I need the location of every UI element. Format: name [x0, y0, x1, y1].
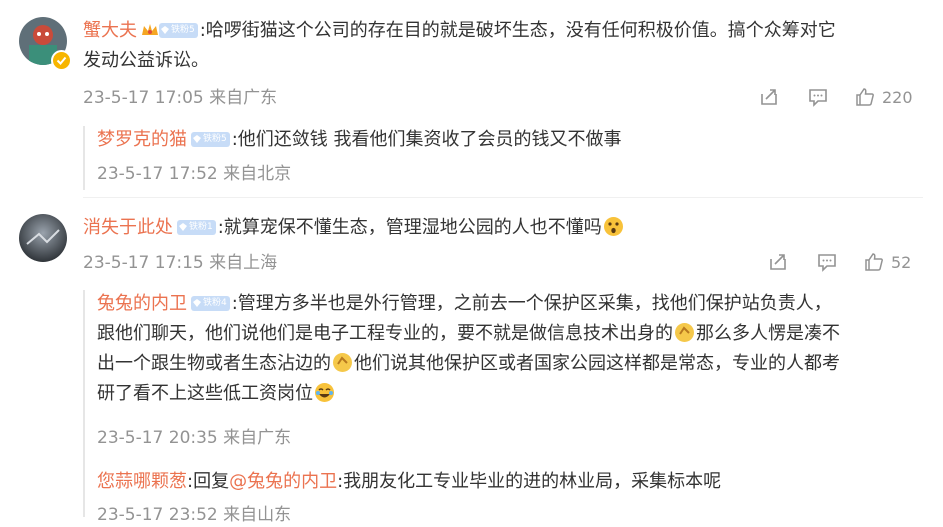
reply-divider — [83, 126, 87, 190]
reply-text: 梦罗克的猫 铁粉5 :他们还敛钱 我看他们集资收了会员的钱又不做事 — [97, 125, 622, 155]
comment-meta: 23-5-17 17:05 来自广东 — [83, 88, 278, 108]
badge-label: 铁粉5 — [171, 24, 195, 35]
reply-text-line: 跟他们聊天，他们说他们是电子工程专业的，要不就是做信息技术出身的 — [97, 323, 673, 344]
emoji-icon — [333, 353, 352, 372]
comment-text: 消失于此处 铁粉1 :就算宠保不懂生态，管理湿地公园的人也不懂吗 — [83, 213, 625, 243]
diamond-badge-icon — [179, 223, 187, 231]
share-button[interactable] — [767, 251, 789, 273]
comment-icon — [818, 254, 836, 272]
emoji-icon — [603, 217, 623, 236]
verified-icon — [51, 50, 72, 71]
comment-text-content: :就算宠保不懂生态，管理湿地公园的人也不懂吗 — [217, 217, 602, 238]
reply-text-line: :管理方多半也是外行管理，之前去一个保护区采集，找他们保护站负责人， — [231, 293, 832, 314]
reply-text-line: 出一个跟生物或者生态沾边的 — [97, 353, 331, 374]
comment-button[interactable] — [807, 86, 829, 108]
badge-label: 铁粉4 — [203, 297, 227, 308]
like-count: 220 — [882, 87, 913, 107]
avatar[interactable] — [19, 214, 67, 262]
badge-label: 铁粉1 — [189, 221, 213, 232]
reply-text-line: 研了看不上这些低工资岗位 — [97, 383, 313, 404]
crown-icon — [141, 18, 159, 35]
reply-divider — [83, 290, 87, 517]
comment-meta: 23-5-17 17:15 来自上海 — [83, 253, 278, 273]
like-button[interactable]: 220 — [854, 86, 913, 108]
reply-text: 您蒜哪颗葱:回复@兔兔的内卫:我朋友化工专业毕业的进的林业局，采集标本呢 — [97, 467, 721, 497]
emoji-icon — [675, 323, 694, 342]
fan-badge: 铁粉1 — [177, 219, 216, 235]
reply-author[interactable]: 兔兔的内卫 — [97, 293, 187, 314]
comment-author[interactable]: 蟹大夫 — [83, 20, 137, 41]
reply-text-content: :我朋友化工专业毕业的进的林业局，采集标本呢 — [337, 471, 722, 492]
fan-badge: 铁粉4 — [191, 295, 230, 311]
comment-separator — [83, 197, 923, 198]
reply-meta: 23-5-17 20:35 来自广东 — [97, 428, 292, 448]
diamond-badge-icon — [193, 299, 201, 307]
fan-badge: 铁粉5 — [159, 22, 198, 38]
reply-text-line: 他们说其他保护区或者国家公园这样都是常态，专业的人都考 — [354, 353, 840, 374]
comment-button[interactable] — [816, 251, 838, 273]
share-icon — [770, 254, 786, 270]
like-icon — [865, 253, 883, 271]
badge-label: 铁粉5 — [203, 133, 227, 144]
share-button[interactable] — [758, 86, 780, 108]
comment-text: 蟹大夫 铁粉5 :哈啰街猫这个公司的存在目的就是破坏生态，没有任何积极价值。搞个众… — [83, 16, 923, 76]
fan-badge: 铁粉5 — [191, 131, 230, 147]
reply-author[interactable]: 您蒜哪颗葱 — [97, 471, 187, 492]
emoji-icon — [315, 383, 334, 402]
comment-author[interactable]: 消失于此处 — [83, 217, 173, 238]
like-count: 52 — [891, 252, 912, 272]
reply-meta: 23-5-17 17:52 来自北京 — [97, 164, 292, 184]
reply-author[interactable]: 梦罗克的猫 — [97, 129, 187, 150]
reply-meta: 23-5-17 23:52 来自山东 — [97, 505, 292, 525]
share-icon — [761, 89, 777, 105]
comment-icon — [809, 89, 827, 107]
reply-word: :回复 — [187, 471, 230, 492]
mention-link[interactable]: @兔兔的内卫 — [229, 471, 337, 492]
diamond-badge-icon — [193, 135, 201, 143]
comment-body: 蟹大夫 铁粉5 :哈啰街猫这个公司的存在目的就是破坏生态，没有任何积极价值。搞个众… — [83, 16, 923, 76]
like-button[interactable]: 52 — [863, 251, 911, 273]
reply-text-content: :他们还敛钱 我看他们集资收了会员的钱又不做事 — [231, 129, 622, 150]
comment-text-line: :哈啰街猫这个公司的存在目的就是破坏生态，没有任何积极价值。搞个众筹对它 — [199, 20, 836, 41]
comment-text-line: 发动公益诉讼。 — [83, 50, 209, 71]
reply-text-line: 那么多人愣是凑不 — [696, 323, 840, 344]
diamond-badge-icon — [161, 26, 169, 34]
reply-text: 兔兔的内卫 铁粉4 :管理方多半也是外行管理，之前去一个保护区采集，找他们保护站负责… — [97, 289, 927, 409]
like-icon — [856, 88, 874, 106]
